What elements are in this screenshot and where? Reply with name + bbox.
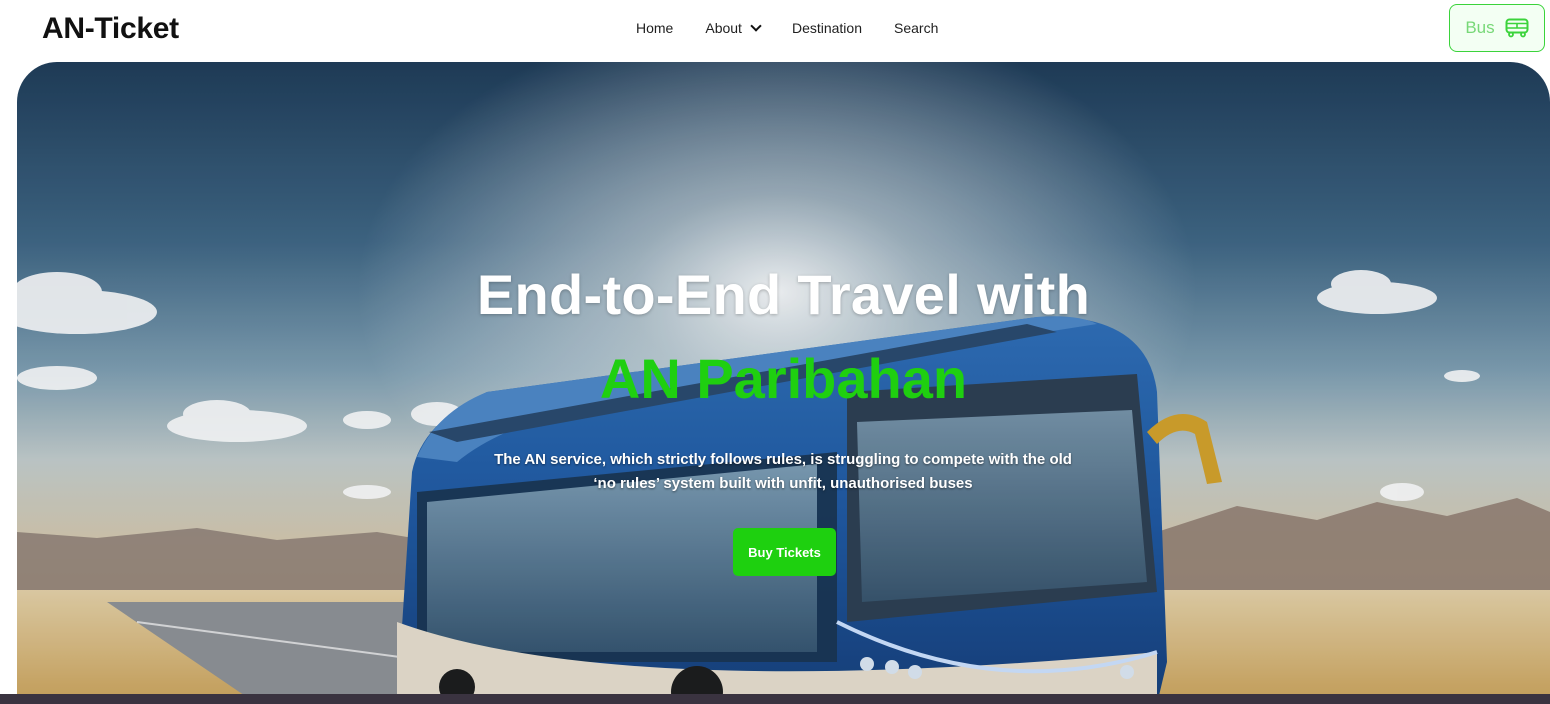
bus-button-label: Bus <box>1465 18 1495 37</box>
navbar: AN-Ticket Home About Destination Search … <box>0 0 1550 60</box>
hero-title-highlight: AN Paribahan <box>599 347 968 410</box>
hero-title: End-to-End Travel with <box>476 263 1091 326</box>
nav-link-label: Destination <box>791 20 862 36</box>
hero-section: End-to-End Travel with AN Paribahan The … <box>17 62 1550 704</box>
nav-link-label: Search <box>894 20 939 36</box>
nav-link-about[interactable]: About <box>705 20 762 36</box>
main-nav: Home About Destination Search <box>620 0 954 56</box>
nav-link-label: About <box>705 20 742 36</box>
bus-button[interactable]: Bus <box>1449 4 1545 52</box>
nav-link-destination[interactable]: Destination <box>792 20 862 36</box>
nav-link-label: Home <box>636 20 674 36</box>
buy-tickets-button[interactable]: Buy Tickets <box>733 528 836 576</box>
chevron-down-icon <box>750 20 762 32</box>
bus-icon <box>1505 18 1529 38</box>
os-taskbar-edge <box>0 694 1550 704</box>
nav-link-search[interactable]: Search <box>894 20 938 36</box>
brand-logo[interactable]: AN-Ticket <box>42 10 179 48</box>
hero-subtitle: The AN service, which strictly follows r… <box>494 451 1072 492</box>
nav-link-home[interactable]: Home <box>636 20 673 36</box>
hero-content: End-to-End Travel with AN Paribahan The … <box>17 62 1550 704</box>
